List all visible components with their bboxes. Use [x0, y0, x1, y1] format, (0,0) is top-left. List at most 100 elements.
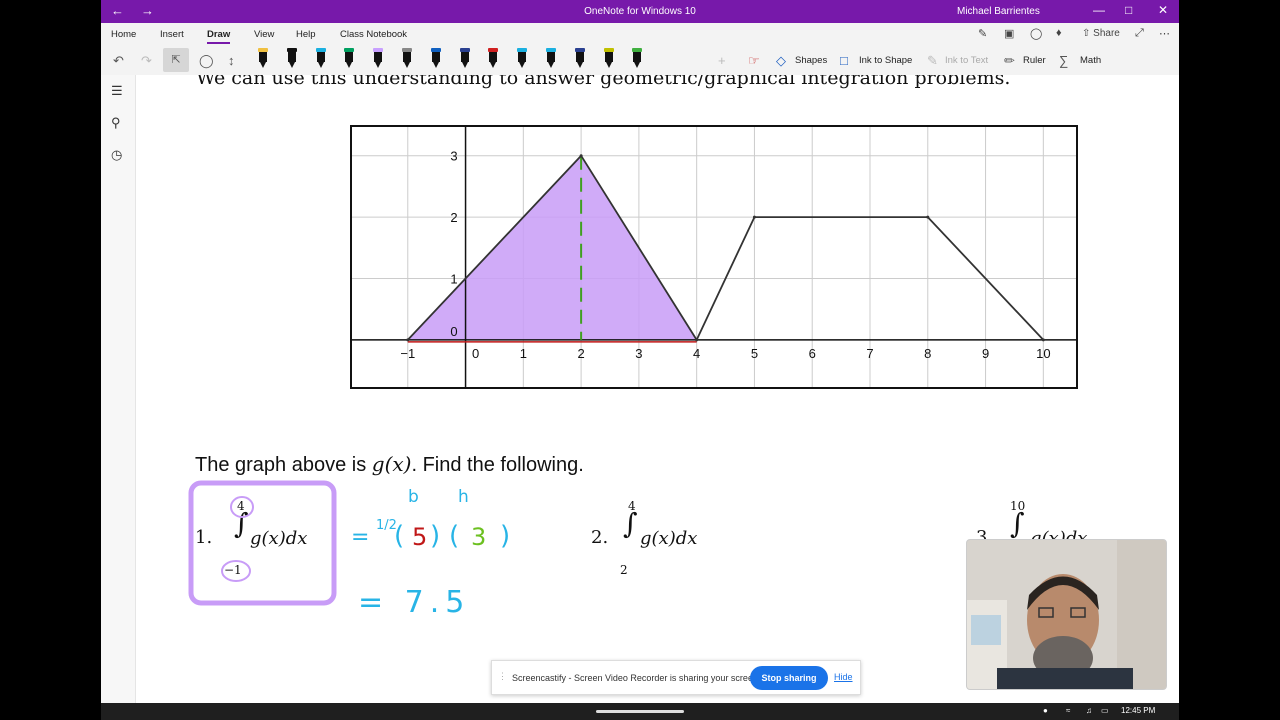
x-tick-label: 1: [520, 346, 527, 361]
pen-8-icon[interactable]: [459, 48, 470, 70]
search-icon[interactable]: ⚲: [111, 115, 121, 131]
pen-9-icon[interactable]: [488, 48, 499, 70]
x-tick-label: 7: [866, 346, 873, 361]
upper-limit-3: 10: [1010, 499, 1026, 513]
ink-paren-open-2: (: [449, 521, 460, 551]
volume-icon[interactable]: ♫: [1086, 706, 1092, 715]
screen-share-notification: ⋮ Screencastify - Screen Video Recorder …: [491, 660, 861, 695]
close-icon[interactable]: ✕: [1158, 3, 1168, 17]
pen-settings-icon[interactable]: ✎: [978, 27, 987, 40]
ink-equals-1: =: [351, 525, 370, 550]
pen-6-icon[interactable]: [402, 48, 412, 70]
pen-3-icon[interactable]: [315, 48, 326, 70]
type-select-icon[interactable]: ⇱: [163, 48, 189, 72]
notebooks-library-icon[interactable]: ☰: [111, 83, 123, 99]
data-point: [579, 154, 583, 158]
pen-11-icon[interactable]: [546, 48, 556, 70]
expand-icon[interactable]: ⤢: [1135, 27, 1144, 40]
tab-home[interactable]: Home: [111, 29, 136, 40]
webcam-overlay: [966, 539, 1167, 690]
y-tick-label: 3: [450, 149, 457, 164]
maximize-icon[interactable]: □: [1125, 3, 1132, 17]
notebooks-icon[interactable]: ▣: [1004, 27, 1014, 40]
share-button[interactable]: ⇧ Share: [1082, 28, 1120, 39]
stop-sharing-button[interactable]: Stop sharing: [750, 666, 828, 690]
tab-class-notebook[interactable]: Class Notebook: [340, 29, 407, 40]
ribbon-tabs: Home Insert Draw View Help Class Noteboo…: [101, 23, 1179, 45]
tab-draw[interactable]: Draw: [207, 29, 231, 44]
lightbulb-icon[interactable]: ◯: [1030, 27, 1042, 40]
graph-of-g: −1 0 1 2 3 4 5 6 7 8 9 10 0 1 2 3: [350, 125, 1078, 389]
math-icon[interactable]: ∑: [1059, 53, 1068, 68]
lasso-icon[interactable]: ◯: [199, 53, 214, 69]
ink-b-label: b: [408, 487, 419, 507]
lower-limit-2: 2: [620, 563, 628, 577]
title-bar: ← → OneNote for Windows 10 Michael Barri…: [101, 0, 1179, 23]
ink-to-shape-button[interactable]: Ink to Shape: [859, 55, 912, 66]
x-tick-label: 8: [924, 346, 931, 361]
x-tick-label: 6: [809, 346, 816, 361]
taskbar: ● ≈ ♫ ▭ 12:45 PM: [101, 703, 1179, 720]
clock[interactable]: 12:45 PM: [1121, 706, 1155, 715]
navigation-sidebar: ☰ ⚲ ◷: [101, 75, 136, 705]
ink-height-value: 3: [471, 523, 487, 551]
video-letterbox-right: [1179, 0, 1280, 720]
data-point: [926, 215, 930, 219]
tab-insert[interactable]: Insert: [160, 29, 184, 40]
wifi-icon[interactable]: ≈: [1066, 706, 1070, 715]
pen-12-icon[interactable]: [574, 48, 585, 70]
pen-13-icon[interactable]: [603, 48, 614, 70]
y-tick-label: 1: [450, 271, 457, 286]
ink-replay-icon[interactable]: ☞: [748, 53, 760, 69]
presenter-video: [967, 540, 1166, 689]
ink-paren-open-1: (: [394, 521, 405, 551]
ruler-icon[interactable]: ✏: [1004, 53, 1015, 69]
data-point: [1041, 338, 1045, 342]
shapes-icon[interactable]: ◇: [776, 53, 786, 69]
undo-icon[interactable]: ↶: [113, 53, 124, 69]
shapes-button[interactable]: Shapes: [795, 55, 827, 66]
video-letterbox-left: [0, 0, 101, 720]
redo-icon[interactable]: ↷: [141, 53, 152, 69]
pen-1-icon[interactable]: [258, 48, 268, 70]
battery-icon[interactable]: ▭: [1101, 706, 1109, 715]
x-tick-label: 5: [751, 346, 758, 361]
recent-clock-icon[interactable]: ◷: [111, 147, 122, 163]
pen-7-icon[interactable]: [430, 48, 441, 70]
math-button[interactable]: Math: [1080, 55, 1101, 66]
x-tick-label: 3: [635, 346, 642, 361]
x-tick-label: 4: [693, 346, 700, 361]
add-space-icon[interactable]: ↕: [228, 53, 235, 68]
minimize-icon[interactable]: —: [1093, 3, 1105, 17]
tab-view[interactable]: View: [254, 29, 274, 40]
pen-14-icon[interactable]: [632, 48, 643, 70]
bell-icon[interactable]: ♦: [1056, 27, 1062, 39]
pen-2-icon[interactable]: [286, 48, 297, 70]
ink-to-text-icon: ✎: [927, 53, 938, 68]
drag-handle-icon[interactable]: ⋮: [498, 671, 507, 682]
pen-10-icon[interactable]: [517, 48, 528, 70]
x-tick-label: −1: [400, 346, 415, 361]
problem-2-number: 2.: [591, 527, 609, 548]
share-message: Screencastify - Screen Video Recorder is…: [512, 673, 761, 683]
hide-link[interactable]: Hide: [834, 672, 853, 682]
tab-help[interactable]: Help: [296, 29, 316, 40]
y-tick-label: 2: [450, 210, 457, 225]
ink-answer: = 7.5: [358, 585, 471, 620]
ruler-button[interactable]: Ruler: [1023, 55, 1046, 66]
home-indicator: [596, 710, 684, 713]
more-options-icon[interactable]: ⋯: [1159, 27, 1170, 40]
user-name[interactable]: Michael Barrientes: [957, 6, 1040, 17]
x-tick-label: 0: [472, 346, 479, 361]
ink-circle-upper: [230, 496, 254, 518]
page-heading: We can use this understanding to answer …: [196, 75, 1011, 89]
graph-frame: [350, 125, 1078, 389]
pen-4-icon[interactable]: [344, 48, 355, 70]
x-tick-label: 9: [982, 346, 989, 361]
integrand-2: g(x)dx: [640, 528, 698, 549]
pen-5-icon[interactable]: [373, 48, 384, 70]
microphone-icon[interactable]: ●: [1043, 706, 1048, 715]
ink-to-shape-icon[interactable]: □: [840, 53, 848, 68]
add-pen-icon[interactable]: +: [718, 53, 726, 68]
x-tick-label: 10: [1036, 346, 1050, 361]
